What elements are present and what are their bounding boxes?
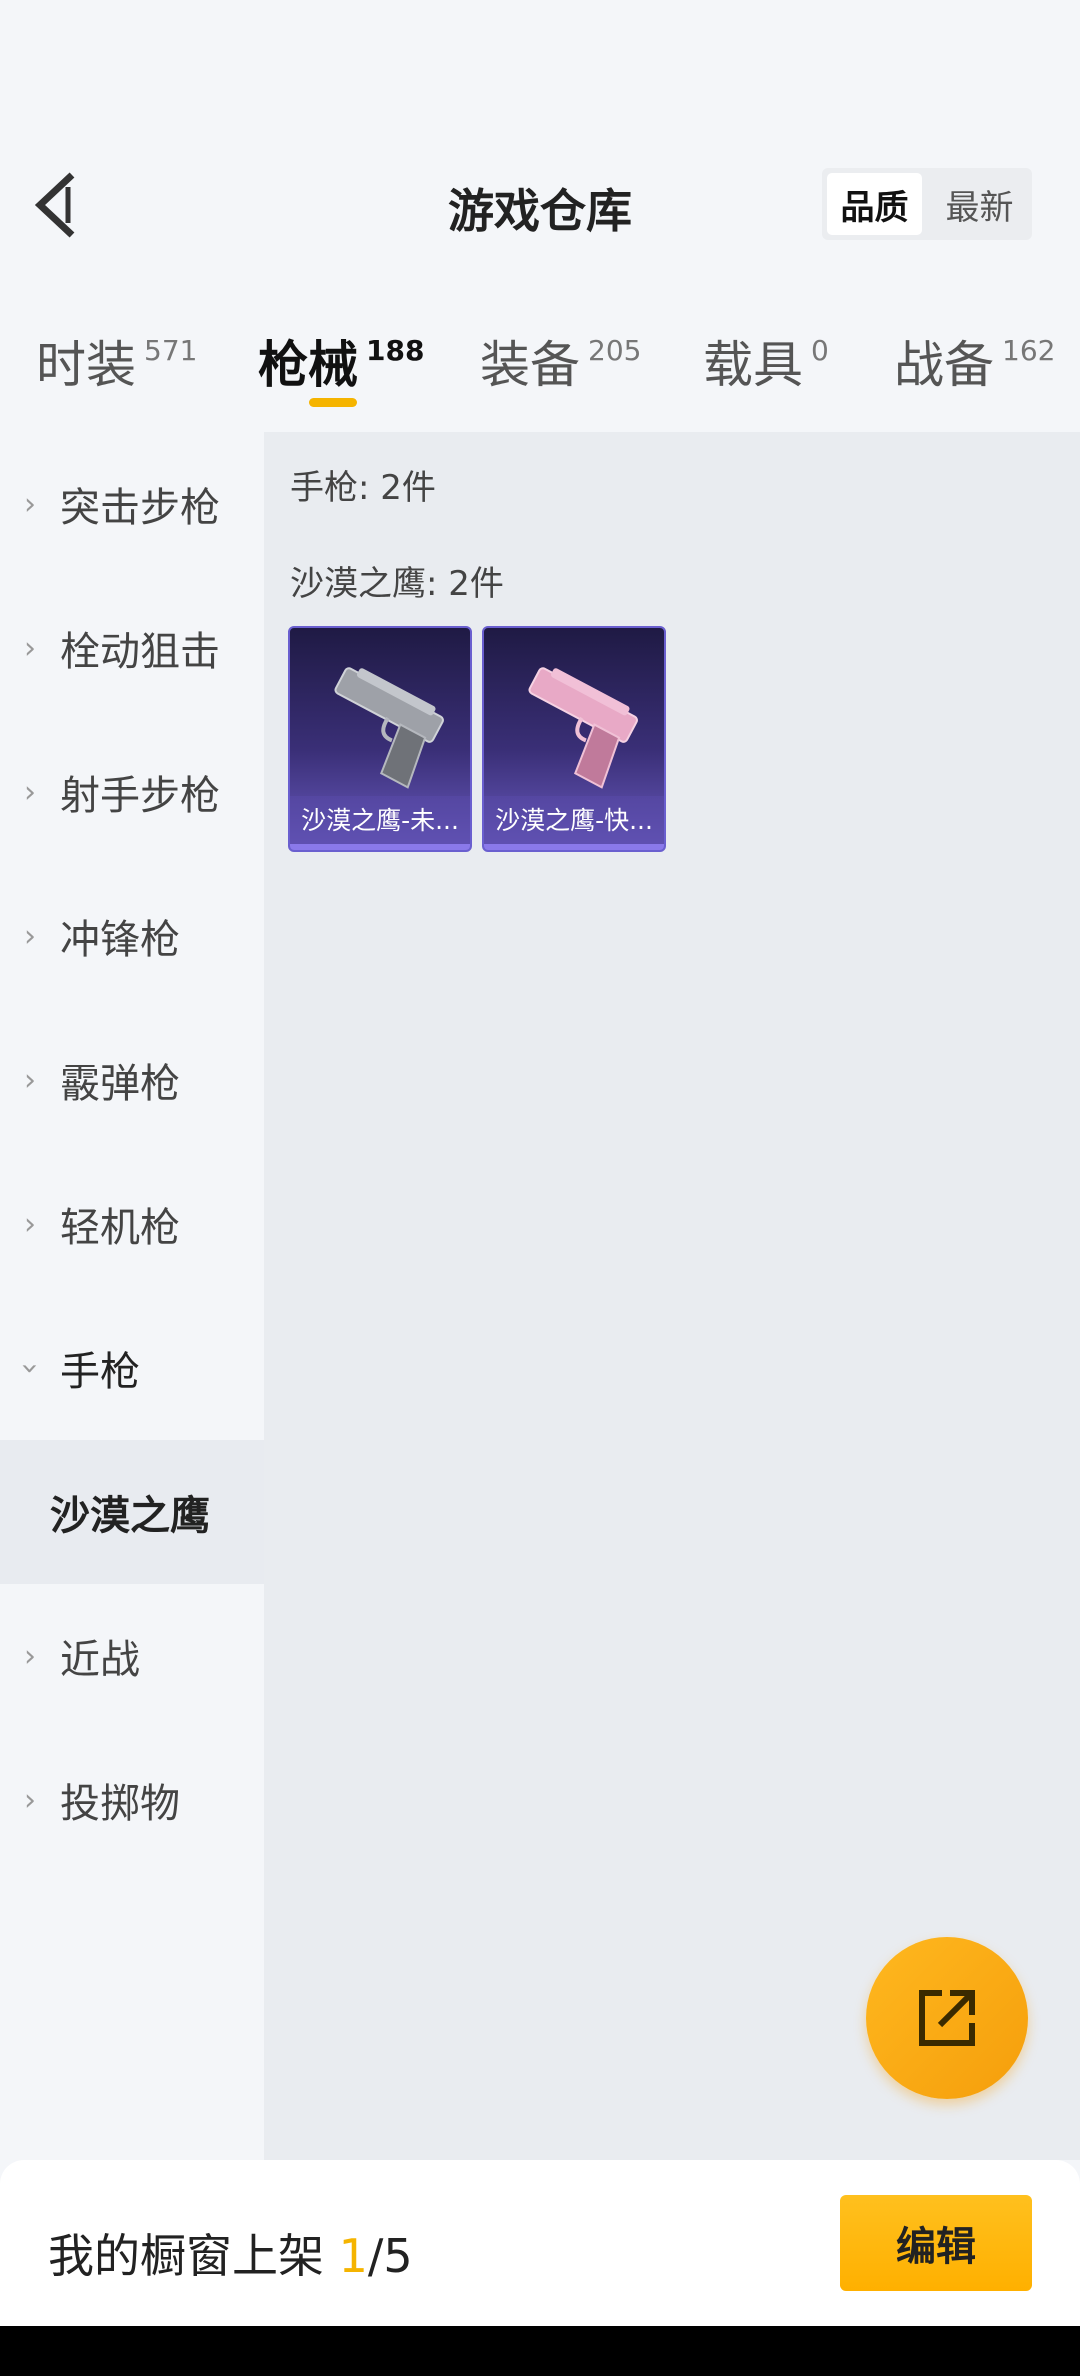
tab-count: 162 bbox=[1002, 334, 1056, 367]
chevron-right-icon: › bbox=[24, 918, 36, 954]
chevron-right-icon: › bbox=[24, 1206, 36, 1242]
sort-quality-option[interactable]: 品质 bbox=[827, 173, 922, 235]
tab-label: 战备 bbox=[894, 336, 994, 394]
chevron-right-icon: › bbox=[24, 1062, 36, 1098]
chevron-right-icon: › bbox=[24, 1638, 36, 1674]
tab-count: 0 bbox=[811, 334, 829, 367]
item-name: 沙漠之鹰-未... bbox=[290, 796, 470, 850]
sidebar-item-assault-rifle[interactable]: › 突击步枪 bbox=[0, 432, 264, 576]
tab-label: 枪械 bbox=[258, 336, 358, 394]
sidebar-item-label: 冲锋枪 bbox=[60, 917, 180, 963]
item-name: 沙漠之鹰-快... bbox=[484, 796, 664, 850]
sidebar-item-melee[interactable]: › 近战 bbox=[0, 1584, 264, 1728]
item-card[interactable]: 沙漠之鹰-快... bbox=[482, 626, 666, 852]
tab-label: 装备 bbox=[480, 336, 580, 394]
chevron-right-icon: › bbox=[24, 486, 36, 522]
edit-button[interactable]: 编辑 bbox=[840, 2195, 1032, 2291]
category-tabs: 时装 571 枪械 188 装备 205 载具 0 战备 162 bbox=[0, 315, 1080, 425]
sidebar-item-label: 手枪 bbox=[60, 1349, 140, 1395]
tab-count: 188 bbox=[366, 334, 425, 367]
pistol-icon bbox=[528, 667, 638, 789]
group-label: 沙漠之鹰: 2件 bbox=[290, 564, 504, 604]
sidebar-item-lmg[interactable]: › 轻机枪 bbox=[0, 1152, 264, 1296]
category-summary: 手枪: 2件 bbox=[290, 468, 436, 508]
shelf-status: 我的橱窗上架 1/5 bbox=[48, 2220, 413, 2286]
sidebar-item-label: 射手步枪 bbox=[60, 773, 220, 819]
system-nav-bar bbox=[0, 2326, 1080, 2376]
tab-firearms[interactable]: 枪械 188 bbox=[258, 325, 424, 397]
share-fab-button[interactable] bbox=[866, 1937, 1028, 2099]
sidebar-item-label: 近战 bbox=[60, 1637, 140, 1683]
tab-count: 205 bbox=[588, 334, 642, 367]
sidebar-item-throwable[interactable]: › 投掷物 bbox=[0, 1728, 264, 1872]
active-tab-indicator bbox=[309, 398, 357, 407]
item-card[interactable]: 沙漠之鹰-未... bbox=[288, 626, 472, 852]
tab-equipment[interactable]: 装备 205 bbox=[480, 325, 641, 397]
bottom-bar: 我的橱窗上架 1/5 编辑 bbox=[0, 2160, 1080, 2326]
sidebar-item-label: 投掷物 bbox=[60, 1781, 180, 1827]
chevron-right-icon: › bbox=[24, 630, 36, 666]
sort-toggle[interactable]: 品质 最新 bbox=[822, 168, 1032, 240]
tab-vehicles[interactable]: 载具 0 bbox=[703, 325, 829, 397]
chevron-right-icon: › bbox=[24, 1782, 36, 1818]
sort-latest-option[interactable]: 最新 bbox=[932, 173, 1027, 235]
item-content-panel: 手枪: 2件 沙漠之鹰: 2件 沙漠之鹰-未... 沙漠之鹰-快... bbox=[264, 432, 1080, 2160]
tab-count: 571 bbox=[144, 334, 198, 367]
shelf-count: 1 bbox=[338, 2229, 368, 2283]
sidebar-item-shotgun[interactable]: › 霰弹枪 bbox=[0, 1008, 264, 1152]
tab-label: 载具 bbox=[703, 336, 803, 394]
sidebar-item-label: 轻机枪 bbox=[60, 1205, 180, 1251]
sidebar-item-label: 突击步枪 bbox=[60, 485, 220, 531]
pistol-icon bbox=[334, 667, 444, 789]
tab-label: 时装 bbox=[36, 336, 136, 394]
sidebar: › 突击步枪 › 栓动狙击 › 射手步枪 › 冲锋枪 › 霰弹枪 › 轻机枪 ›… bbox=[0, 432, 264, 2160]
sidebar-item-bolt-sniper[interactable]: › 栓动狙击 bbox=[0, 576, 264, 720]
chevron-right-icon: › bbox=[24, 774, 36, 810]
sidebar-subitem-desert-eagle[interactable]: 沙漠之鹰 bbox=[0, 1440, 264, 1584]
sidebar-item-pistol[interactable]: › 手枪 bbox=[0, 1296, 264, 1440]
shelf-total: /5 bbox=[367, 2229, 413, 2283]
header: 游戏仓库 品质 最新 bbox=[0, 0, 1080, 270]
share-external-icon bbox=[919, 1990, 975, 2046]
chevron-down-icon: › bbox=[12, 1362, 48, 1374]
shelf-label: 我的橱窗上架 bbox=[48, 2229, 324, 2283]
sidebar-item-marksman-rifle[interactable]: › 射手步枪 bbox=[0, 720, 264, 864]
sidebar-item-smg[interactable]: › 冲锋枪 bbox=[0, 864, 264, 1008]
sidebar-item-label: 霰弹枪 bbox=[60, 1061, 180, 1107]
tab-supplies[interactable]: 战备 162 bbox=[894, 325, 1055, 397]
tab-fashion[interactable]: 时装 571 bbox=[36, 325, 197, 397]
sidebar-item-label: 栓动狙击 bbox=[60, 629, 220, 675]
